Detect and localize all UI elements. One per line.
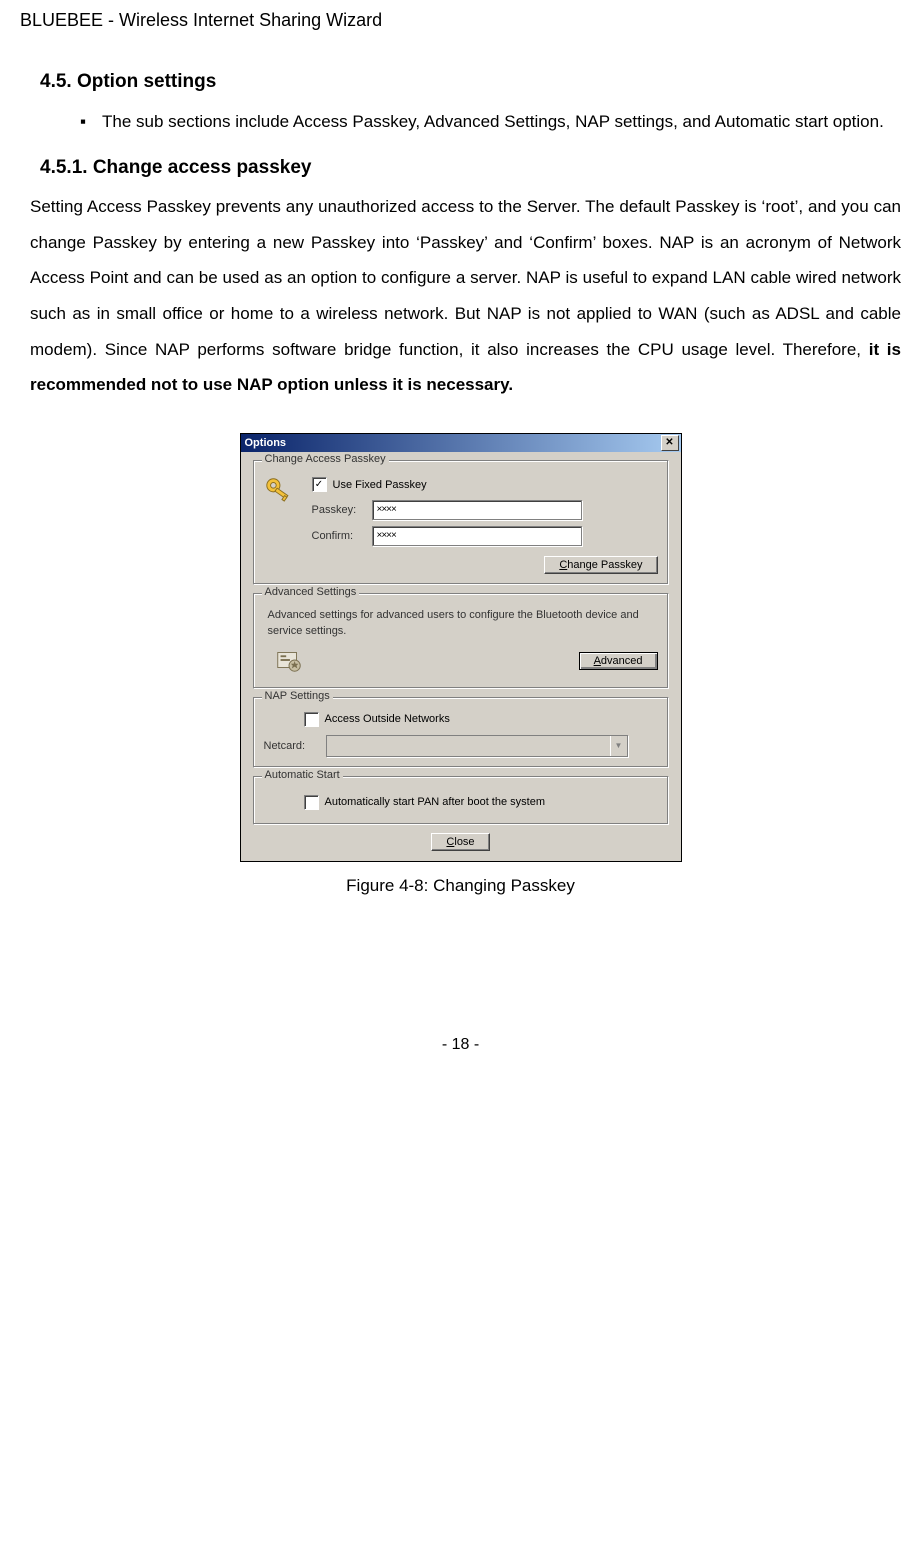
bullet-marker: ▪ [80, 105, 102, 139]
page-number: - 18 - [20, 1036, 901, 1054]
passkey-row: Passkey: ×××× [312, 500, 658, 520]
dialog-container: Options ✕ Change Access Passkey [20, 433, 901, 862]
netcard-label: Netcard: [264, 740, 316, 752]
groupbox-autostart: Automatic Start Automatically start PAN … [253, 776, 669, 825]
key-icon [264, 475, 294, 508]
use-fixed-passkey-checkbox[interactable]: ✓ [312, 477, 327, 492]
advanced-description: Advanced settings for advanced users to … [268, 608, 658, 639]
close-button[interactable]: Close [431, 833, 489, 851]
netcard-combobox-field [327, 736, 610, 756]
section-title: 4.5. Option settings [40, 71, 901, 93]
access-outside-label: Access Outside Networks [325, 713, 450, 725]
netcard-row: Netcard: ▼ [264, 735, 658, 757]
groupbox-nap: NAP Settings Access Outside Networks Net… [253, 697, 669, 768]
body-paragraph: Setting Access Passkey prevents any unau… [30, 189, 901, 403]
change-passkey-button[interactable]: Change Passkey [544, 556, 657, 574]
groupbox-change-passkey: Change Access Passkey [253, 460, 669, 585]
bullet-text: The sub sections include Access Passkey,… [102, 105, 901, 139]
groupbox-advanced: Advanced Settings Advanced settings for … [253, 593, 669, 689]
groupbox-legend-advanced: Advanced Settings [262, 586, 360, 598]
dialog-titlebar: Options ✕ [241, 434, 681, 452]
passkey-label: Passkey: [312, 504, 372, 516]
passkey-input[interactable]: ×××× [372, 500, 582, 520]
dialog-title: Options [245, 437, 287, 449]
groupbox-legend-passkey: Change Access Passkey [262, 453, 389, 465]
netcard-combobox[interactable]: ▼ [326, 735, 628, 757]
confirm-row: Confirm: ×××× [312, 526, 658, 546]
autostart-checkbox[interactable] [304, 795, 319, 810]
groupbox-legend-autostart: Automatic Start [262, 769, 343, 781]
subsection-title: 4.5.1. Change access passkey [40, 157, 901, 179]
bullet-item: ▪ The sub sections include Access Passke… [80, 105, 901, 139]
chevron-down-icon[interactable]: ▼ [610, 736, 627, 756]
confirm-label: Confirm: [312, 530, 372, 542]
access-outside-checkbox[interactable] [304, 712, 319, 727]
access-outside-row: Access Outside Networks [304, 712, 658, 727]
dialog-body: Change Access Passkey [241, 452, 681, 861]
dialog-close-button[interactable]: ✕ [661, 435, 679, 451]
document-page: BLUEBEE - Wireless Internet Sharing Wiza… [0, 0, 921, 1084]
body-part1: Setting Access Passkey prevents any unau… [30, 197, 901, 359]
advanced-icon [264, 645, 304, 678]
document-header: BLUEBEE - Wireless Internet Sharing Wiza… [20, 10, 901, 31]
autostart-label: Automatically start PAN after boot the s… [325, 796, 546, 808]
autostart-row: Automatically start PAN after boot the s… [304, 791, 658, 814]
options-dialog: Options ✕ Change Access Passkey [240, 433, 682, 862]
use-fixed-passkey-row: ✓ Use Fixed Passkey [312, 477, 658, 492]
figure-caption: Figure 4-8: Changing Passkey [20, 876, 901, 896]
groupbox-legend-nap: NAP Settings [262, 690, 333, 702]
confirm-input[interactable]: ×××× [372, 526, 582, 546]
advanced-button[interactable]: Advanced [579, 652, 658, 670]
use-fixed-passkey-label: Use Fixed Passkey [333, 479, 427, 491]
